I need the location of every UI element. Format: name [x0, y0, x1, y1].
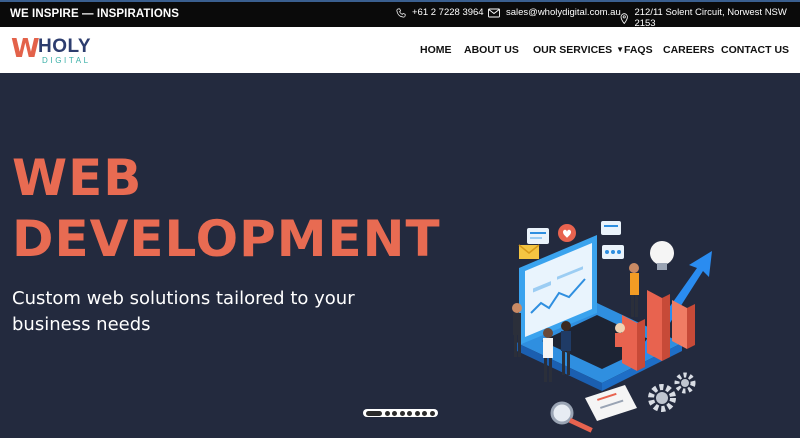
address-text: 212/11 Solent Circuit, Norwest NSW 2153	[634, 7, 787, 29]
location-pin-icon	[620, 12, 628, 24]
email-contact[interactable]: sales@wholydigital.com.au	[488, 7, 621, 18]
nav-careers[interactable]: CAREERS	[663, 44, 714, 56]
logo-mark: W	[11, 34, 40, 64]
envelope-icon	[488, 8, 500, 17]
nav-faqs[interactable]: FAQS	[624, 44, 653, 56]
slider-dot[interactable]	[414, 410, 420, 416]
phone-contact[interactable]: +61 2 7228 3964	[396, 7, 484, 18]
slider-dot[interactable]	[399, 410, 405, 416]
hero-title-line-1: WEB	[12, 149, 143, 207]
phone-icon	[396, 7, 406, 18]
slider-dot[interactable]	[384, 410, 390, 416]
logo-name: HOLY	[38, 36, 92, 57]
site-header: W HOLY DIGITAL HOME ABOUT US OUR SERVICE…	[0, 27, 800, 73]
address-contact[interactable]: 212/11 Solent Circuit, Norwest NSW 2153	[620, 7, 800, 29]
email-address: sales@wholydigital.com.au	[506, 7, 621, 18]
nav-home[interactable]: HOME	[420, 44, 452, 56]
hero-section: WEB DEVELOPMENT Custom web solutions tai…	[0, 73, 800, 433]
slider-dot[interactable]	[429, 410, 435, 416]
web-development-illustration	[512, 221, 712, 433]
hero-subtitle: Custom web solutions tailored to your bu…	[12, 288, 355, 335]
slider-dot[interactable]	[422, 410, 428, 416]
nav-about-us[interactable]: ABOUT US	[464, 44, 519, 56]
phone-number: +61 2 7228 3964	[412, 7, 484, 18]
nav-our-services-label: OUR SERVICES	[533, 44, 613, 56]
nav-our-services[interactable]: OUR SERVICES ▼	[533, 44, 624, 56]
top-bar: WE INSPIRE — INSPIRATIONS +61 2 7228 396…	[0, 0, 800, 29]
wholy-digital-logo[interactable]: W HOLY DIGITAL	[11, 34, 101, 66]
chevron-down-icon: ▼	[616, 45, 625, 54]
slider-dot[interactable]	[407, 410, 413, 416]
tagline: WE INSPIRE — INSPIRATIONS	[10, 8, 180, 20]
slider-dot[interactable]	[366, 410, 382, 416]
hero-title-line-2: DEVELOPMENT	[12, 210, 441, 268]
logo-subtitle: DIGITAL	[42, 56, 91, 65]
slider-dot[interactable]	[392, 410, 398, 416]
slider-pagination[interactable]	[363, 409, 438, 417]
nav-contact-us[interactable]: CONTACT US	[721, 44, 789, 56]
